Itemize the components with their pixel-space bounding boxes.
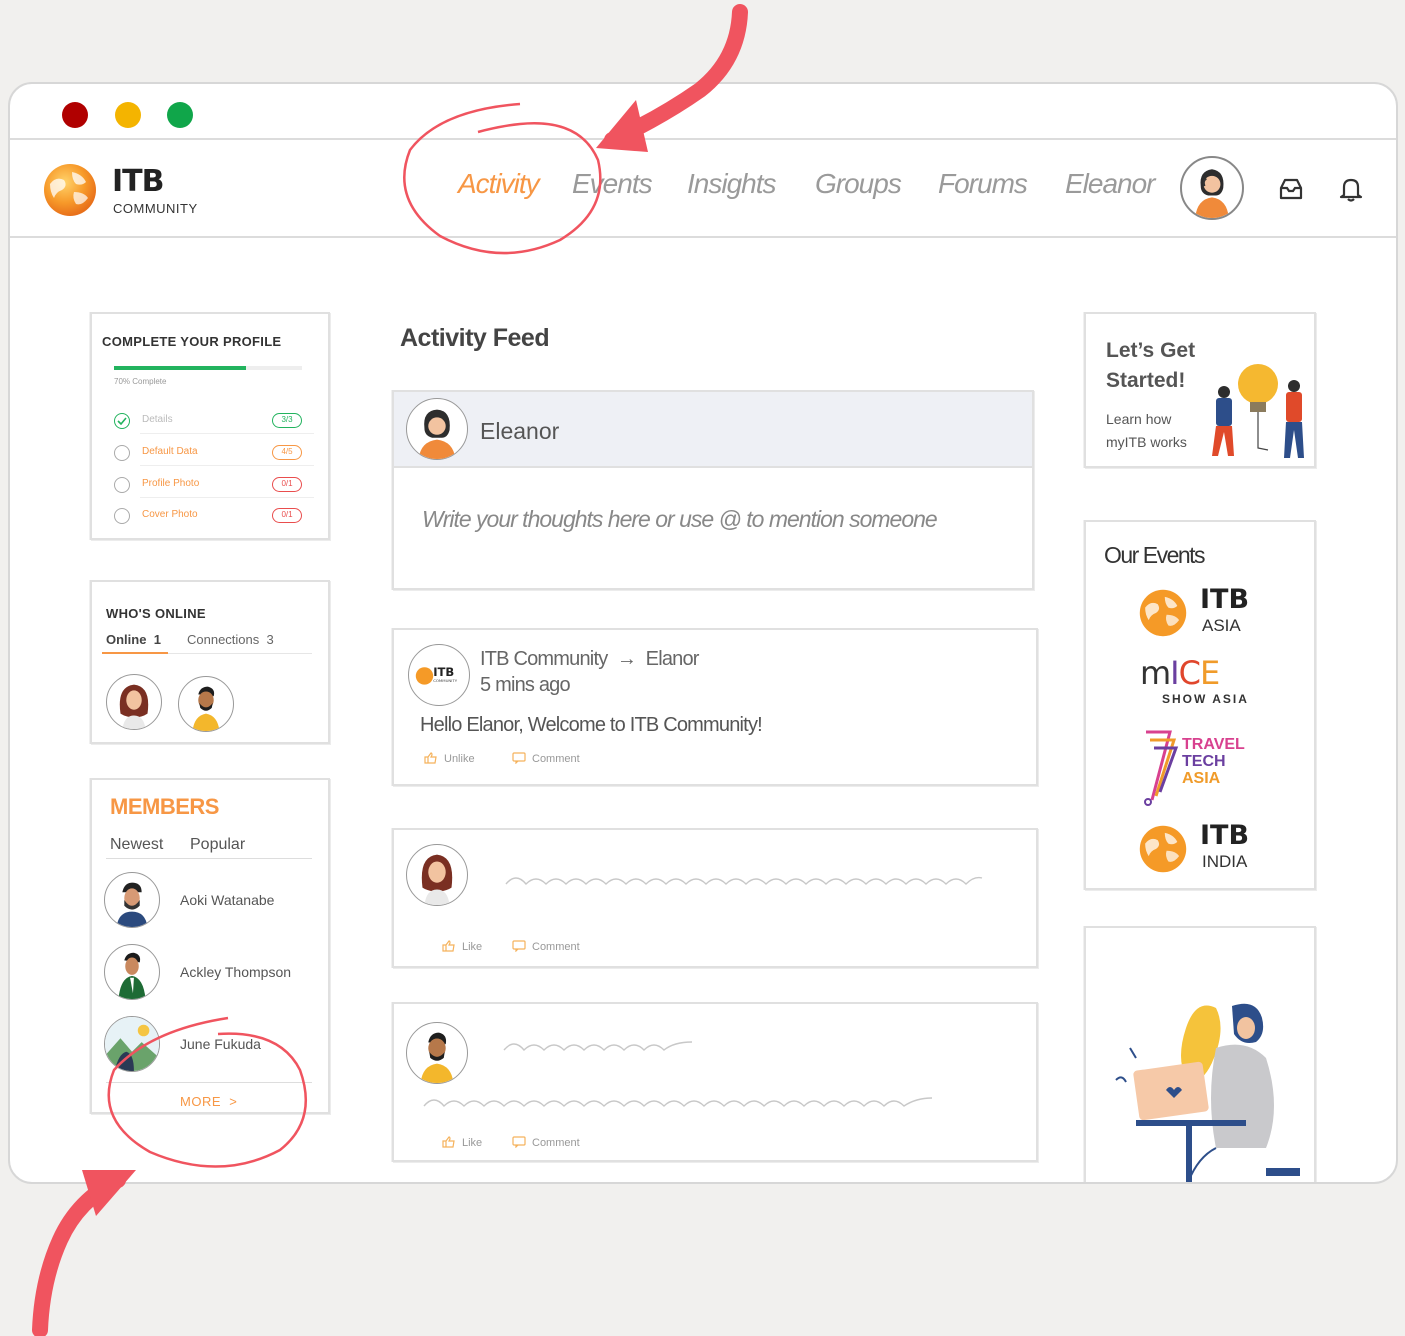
activity-annotation-circle-icon	[403, 102, 602, 255]
arrowhead-icon	[596, 100, 648, 152]
more-annotation-circle-icon	[107, 1016, 308, 1168]
annotation-overlay	[32, 4, 748, 1336]
